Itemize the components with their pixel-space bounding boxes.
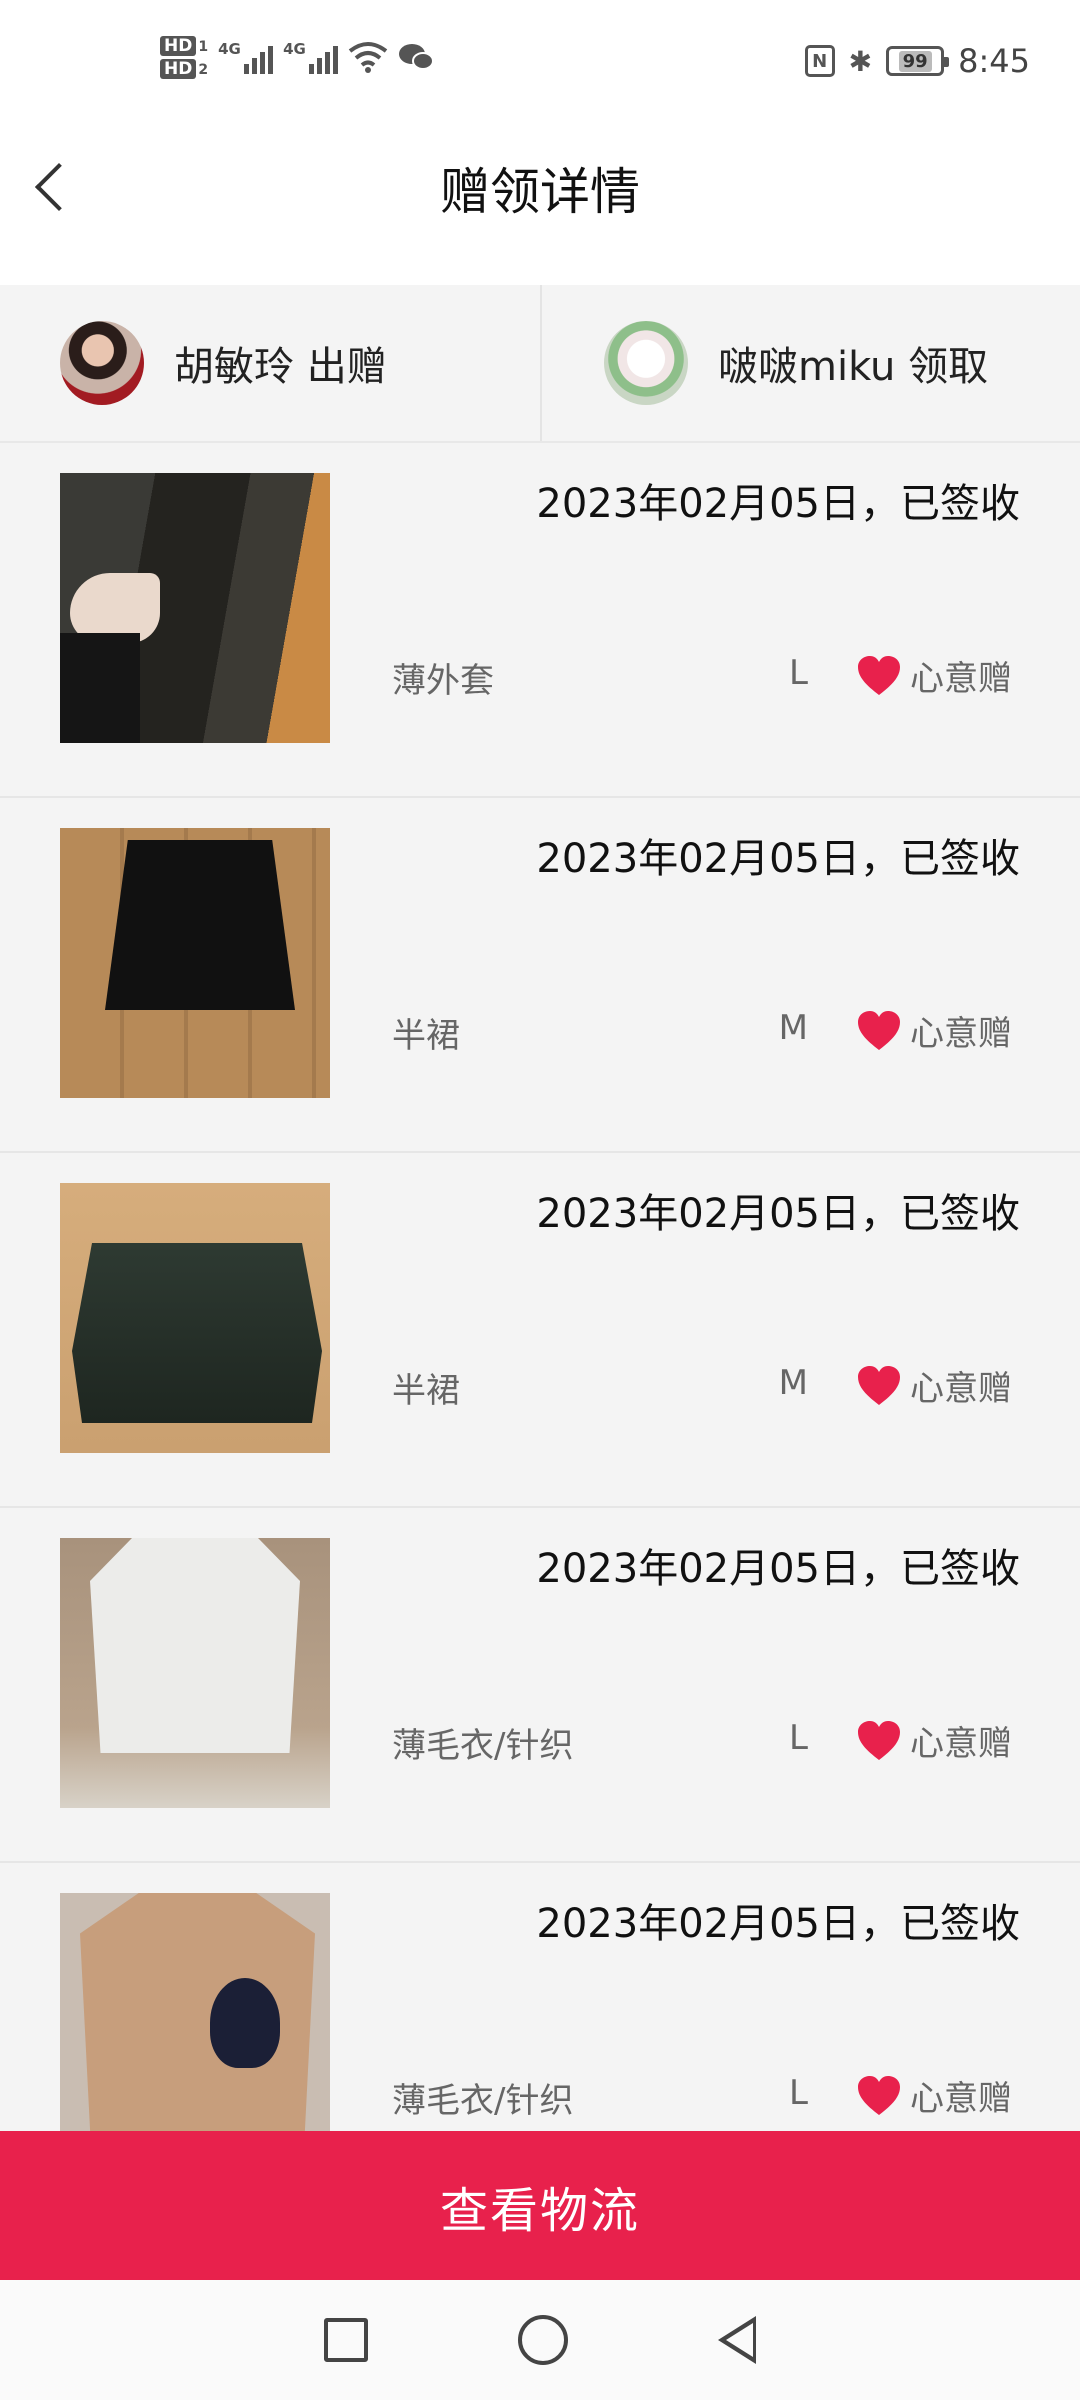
status-left: HD 1 HD 2 4G 4G [160, 36, 435, 79]
item-size: L [789, 653, 808, 693]
gift-tag: 心意赠 [856, 2071, 1012, 2120]
giver-cell[interactable]: 胡敏玲 出赠 [0, 285, 540, 441]
item-list: 2023年02月05日，已签收 薄外套 L 心意赠 2023年02月05日，已签… [0, 443, 1080, 2131]
hd-indicator: HD 1 HD 2 [160, 36, 209, 79]
heart-icon [858, 1365, 900, 1405]
item-thumbnail [60, 473, 330, 743]
view-logistics-button[interactable]: 查看物流 [0, 2131, 1080, 2280]
signal-2-icon: 4G [283, 40, 339, 74]
list-item[interactable]: 2023年02月05日，已签收 薄毛衣/针织 L 心意赠 [0, 1508, 1080, 1863]
item-thumbnail [60, 1893, 330, 2131]
header: 赠领详情 [0, 130, 1080, 285]
item-category: 薄毛衣/针织 [392, 1726, 574, 1766]
gift-label: 心意赠 [910, 1014, 1012, 1054]
item-thumbnail [60, 828, 330, 1098]
item-category: 薄外套 [392, 661, 494, 701]
list-item[interactable]: 2023年02月05日，已签收 半裙 M 心意赠 [0, 1153, 1080, 1508]
heart-icon [858, 2075, 900, 2115]
wechat-icon [399, 44, 435, 70]
page-title: 赠领详情 [440, 163, 640, 221]
date-status: 2023年02月05日，已签收 [536, 836, 1020, 882]
wifi-icon [348, 42, 388, 73]
gift-label: 心意赠 [910, 2079, 1012, 2119]
gift-tag: 心意赠 [856, 1716, 1012, 1765]
nfc-icon: N [804, 45, 835, 77]
gift-tag: 心意赠 [856, 651, 1012, 700]
heart-icon [858, 1720, 900, 1760]
date-status: 2023年02月05日，已签收 [536, 1546, 1020, 1592]
battery-level: 99 [898, 50, 932, 72]
heart-icon [858, 655, 900, 695]
status-bar: HD 1 HD 2 4G 4G N ✱ 99 8:45 [0, 0, 1080, 130]
recent-apps-icon[interactable] [324, 2318, 368, 2362]
item-category: 半裙 [392, 1371, 460, 1411]
bluetooth-icon: ✱ [848, 44, 873, 78]
list-item[interactable]: 2023年02月05日，已签收 薄外套 L 心意赠 [0, 443, 1080, 798]
gift-tag: 心意赠 [856, 1006, 1012, 1055]
receiver-text: 啵啵miku 领取 [718, 344, 989, 390]
hd2-badge: HD [160, 59, 197, 79]
system-nav-bar [0, 2280, 1080, 2400]
item-thumbnail [60, 1183, 330, 1453]
signal-1-icon: 4G [218, 40, 274, 74]
item-category: 半裙 [392, 1016, 460, 1056]
list-item[interactable]: 2023年02月05日，已签收 半裙 M 心意赠 [0, 798, 1080, 1153]
status-right: N ✱ 99 8:45 [804, 42, 1030, 80]
home-icon[interactable] [518, 2315, 568, 2365]
list-item[interactable]: 2023年02月05日，已签收 薄毛衣/针织 L 心意赠 [0, 1863, 1080, 2131]
gift-label: 心意赠 [910, 1724, 1012, 1764]
item-size: L [789, 2073, 808, 2113]
signal-2-type: 4G [283, 40, 306, 58]
hd1-badge: HD [160, 36, 197, 56]
receiver-cell[interactable]: 啵啵miku 领取 [540, 285, 1080, 441]
back-triangle-icon[interactable] [718, 2316, 756, 2364]
item-category: 薄毛衣/针织 [392, 2081, 574, 2121]
item-size: M [778, 1008, 808, 1048]
hd2-number: 2 [198, 62, 209, 78]
clock: 8:45 [958, 42, 1030, 80]
date-status: 2023年02月05日，已签收 [536, 481, 1020, 527]
receiver-avatar [604, 321, 688, 405]
heart-icon [858, 1010, 900, 1050]
hd1-number: 1 [198, 39, 209, 55]
gift-tag: 心意赠 [856, 1361, 1012, 1410]
gift-label: 心意赠 [910, 1369, 1012, 1409]
users-bar: 胡敏玲 出赠 啵啵miku 领取 [0, 285, 1080, 443]
signal-1-type: 4G [218, 40, 241, 58]
date-status: 2023年02月05日，已签收 [536, 1901, 1020, 1947]
battery-icon: 99 [886, 46, 950, 76]
gift-label: 心意赠 [910, 659, 1012, 699]
date-status: 2023年02月05日，已签收 [536, 1191, 1020, 1237]
item-size: L [789, 1718, 808, 1758]
giver-avatar [60, 321, 144, 405]
giver-text: 胡敏玲 出赠 [174, 344, 387, 390]
item-thumbnail [60, 1538, 330, 1808]
item-size: M [778, 1363, 808, 1403]
